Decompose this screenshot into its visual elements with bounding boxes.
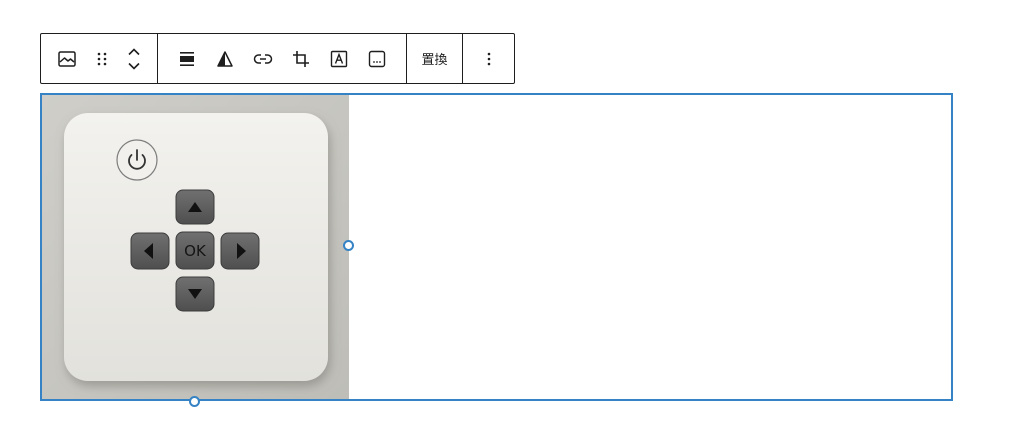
image-tools-group — [158, 34, 407, 83]
replace-button[interactable]: 置換 — [417, 41, 451, 76]
options-group — [463, 34, 514, 83]
image-block[interactable]: OK — [40, 93, 953, 401]
resize-handle-bottom[interactable] — [189, 396, 200, 407]
drag-handle-icon[interactable] — [89, 41, 115, 77]
link-icon[interactable] — [250, 41, 276, 77]
replace-group: 置換 — [407, 34, 463, 83]
image-icon[interactable] — [54, 41, 80, 77]
resize-handle-right[interactable] — [343, 240, 354, 251]
remote-control-image: OK — [42, 95, 349, 399]
align-wide-icon[interactable] — [174, 41, 200, 77]
ok-button-label: OK — [184, 242, 207, 260]
block-switcher-group — [41, 34, 158, 83]
text-overlay-icon[interactable] — [326, 41, 352, 77]
duotone-filter-icon[interactable] — [212, 41, 238, 77]
block-mover — [124, 41, 144, 77]
chevron-up-icon[interactable] — [127, 47, 141, 56]
chevron-down-icon[interactable] — [127, 62, 141, 71]
caption-icon[interactable] — [364, 41, 390, 77]
crop-icon[interactable] — [288, 41, 314, 77]
block-toolbar: 置換 — [40, 33, 515, 84]
more-vertical-icon[interactable] — [476, 41, 502, 77]
